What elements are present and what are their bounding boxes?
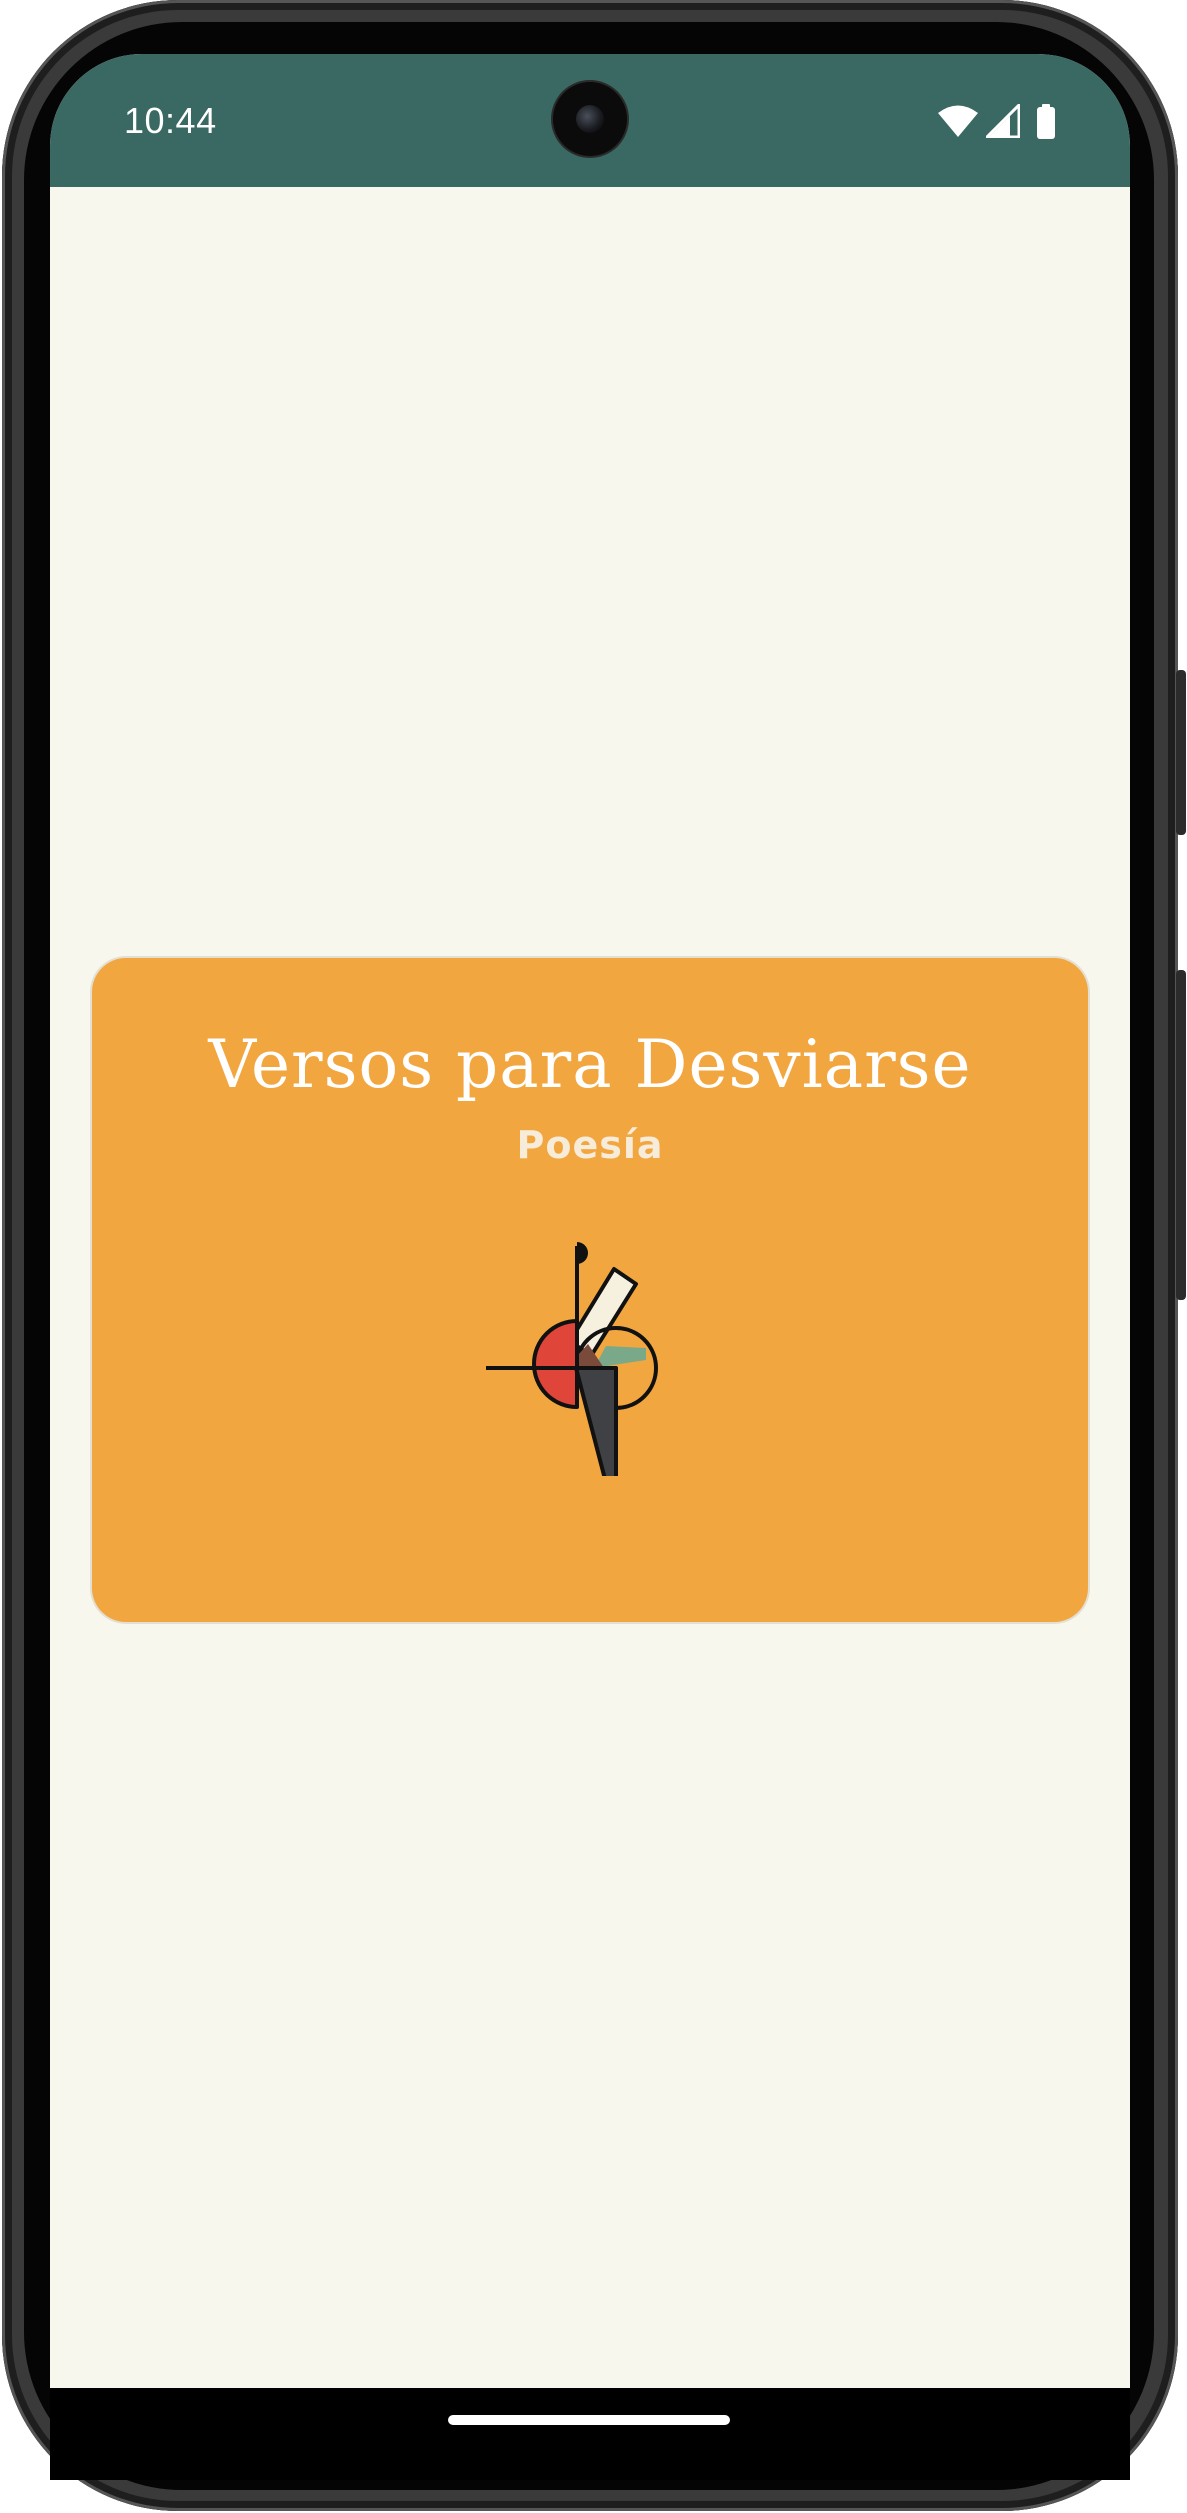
front-camera (553, 82, 627, 156)
phone-device: 10:44 Versos para Desviarse Poesía (0, 0, 1187, 2513)
book-card[interactable]: Versos para Desviarse Poesía (92, 958, 1088, 1622)
navigation-bar-area (50, 2388, 1130, 2480)
power-button (1176, 670, 1186, 835)
abstract-geometric-logo-icon (486, 1242, 658, 1476)
card-title: Versos para Desviarse (208, 1026, 972, 1103)
battery-icon (1037, 104, 1055, 139)
wifi-icon (938, 105, 978, 137)
volume-button (1176, 970, 1186, 1300)
status-icons (938, 104, 1068, 144)
status-bar: 10:44 (50, 54, 1130, 187)
home-indicator[interactable] (448, 2415, 730, 2425)
app-screen: 10:44 Versos para Desviarse Poesía (50, 54, 1130, 2396)
cellular-signal-icon (986, 104, 1020, 138)
status-time: 10:44 (124, 100, 217, 141)
card-subtitle: Poesía (516, 1123, 664, 1167)
